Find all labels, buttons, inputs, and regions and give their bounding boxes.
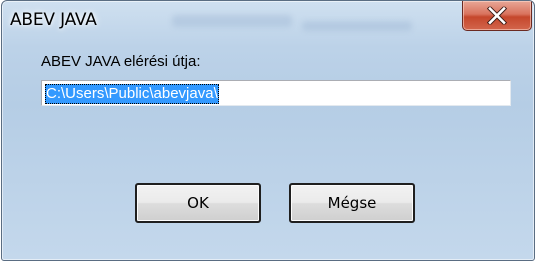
close-button[interactable]	[462, 1, 532, 31]
glass-blur-1	[172, 15, 292, 27]
ok-button[interactable]: OK	[135, 183, 261, 223]
glass-blur-2	[302, 21, 412, 31]
cancel-button[interactable]: Mégse	[289, 183, 415, 223]
path-label: ABEV JAVA elérési útja:	[41, 53, 201, 70]
window-title: ABEV JAVA	[10, 10, 97, 30]
path-input[interactable]: C:\Users\Public\abevjava\	[41, 80, 511, 106]
dialog-window: ABEV JAVA	[1, 0, 535, 261]
close-icon	[487, 6, 507, 25]
path-input-selected-text: C:\Users\Public\abevjava\	[45, 84, 219, 104]
